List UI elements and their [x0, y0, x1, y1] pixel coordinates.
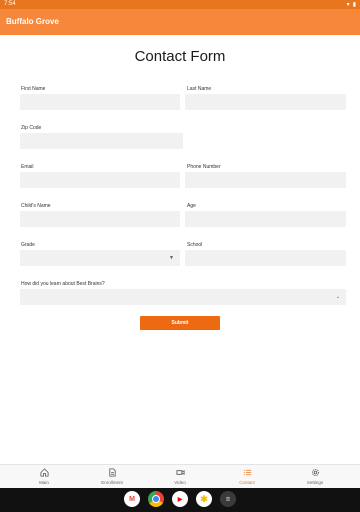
photos-icon[interactable]: ✱ [196, 491, 212, 507]
phone-label: Phone Number [187, 164, 221, 170]
system-dock: M ▶ ✱ ⁝⁝ [0, 488, 360, 512]
age-field[interactable] [185, 211, 346, 227]
youtube-icon[interactable]: ▶ [172, 491, 188, 507]
zip-code-field[interactable] [20, 133, 183, 149]
nav-video[interactable]: Video [150, 468, 210, 485]
page-title: Contact Form [134, 48, 226, 65]
app-drawer-icon[interactable]: ⁝⁝ [220, 491, 236, 507]
email-field[interactable] [20, 172, 180, 188]
grade-select[interactable]: ▼ [20, 250, 180, 266]
home-icon [39, 468, 49, 477]
nav-video-label: Video [174, 480, 186, 485]
school-label: School [187, 242, 203, 248]
status-bar: 7:54 ▾ ▮ [0, 0, 360, 9]
nav-settings-label: Settings [306, 480, 324, 485]
nav-main-label: Main [39, 480, 49, 485]
child-name-field[interactable] [20, 211, 180, 227]
gear-icon [311, 468, 319, 477]
chevron-down-icon: ⌄ [335, 294, 340, 300]
nav-enrollment-label: Enrollment [101, 480, 123, 485]
phone-field[interactable] [185, 172, 346, 188]
nav-enrollment[interactable]: Enrollment [82, 468, 142, 485]
first-name-label: First Name [21, 86, 46, 92]
status-icons: ▾ ▮ [347, 1, 356, 8]
grade-label: Grade [21, 242, 35, 248]
video-icon [175, 469, 185, 476]
battery-icon: ▮ [352, 2, 356, 8]
document-icon [108, 468, 116, 477]
zip-code-label: Zip Code [21, 125, 42, 131]
status-time: 7:54 [4, 1, 16, 7]
gmail-icon[interactable]: M [124, 491, 140, 507]
school-field[interactable] [185, 250, 346, 266]
bottom-navigation: Main Enrollment Video Contact Settings [0, 464, 360, 489]
chrome-icon[interactable] [148, 491, 164, 507]
nav-settings[interactable]: Settings [285, 468, 345, 485]
chevron-down-icon: ▼ [169, 255, 174, 261]
referral-select[interactable]: ⌄ [20, 289, 346, 305]
child-name-label: Child's Name [21, 203, 51, 209]
nav-contact[interactable]: Contact [217, 468, 277, 485]
nav-contact-label: Contact [239, 480, 255, 485]
app-title: Buffalo Grove [6, 17, 59, 26]
last-name-label: Last Name [187, 86, 212, 92]
age-label: Age [187, 203, 196, 209]
nav-main[interactable]: Main [14, 468, 74, 485]
email-label: Email [21, 164, 34, 170]
last-name-field[interactable] [185, 94, 346, 110]
app-bar: Buffalo Grove [0, 9, 360, 35]
first-name-field[interactable] [20, 94, 180, 110]
list-icon [243, 469, 251, 476]
referral-label: How did you learn about Best Brains? [21, 281, 105, 287]
submit-button[interactable]: Submit [140, 316, 220, 330]
wifi-icon: ▾ [346, 2, 350, 8]
